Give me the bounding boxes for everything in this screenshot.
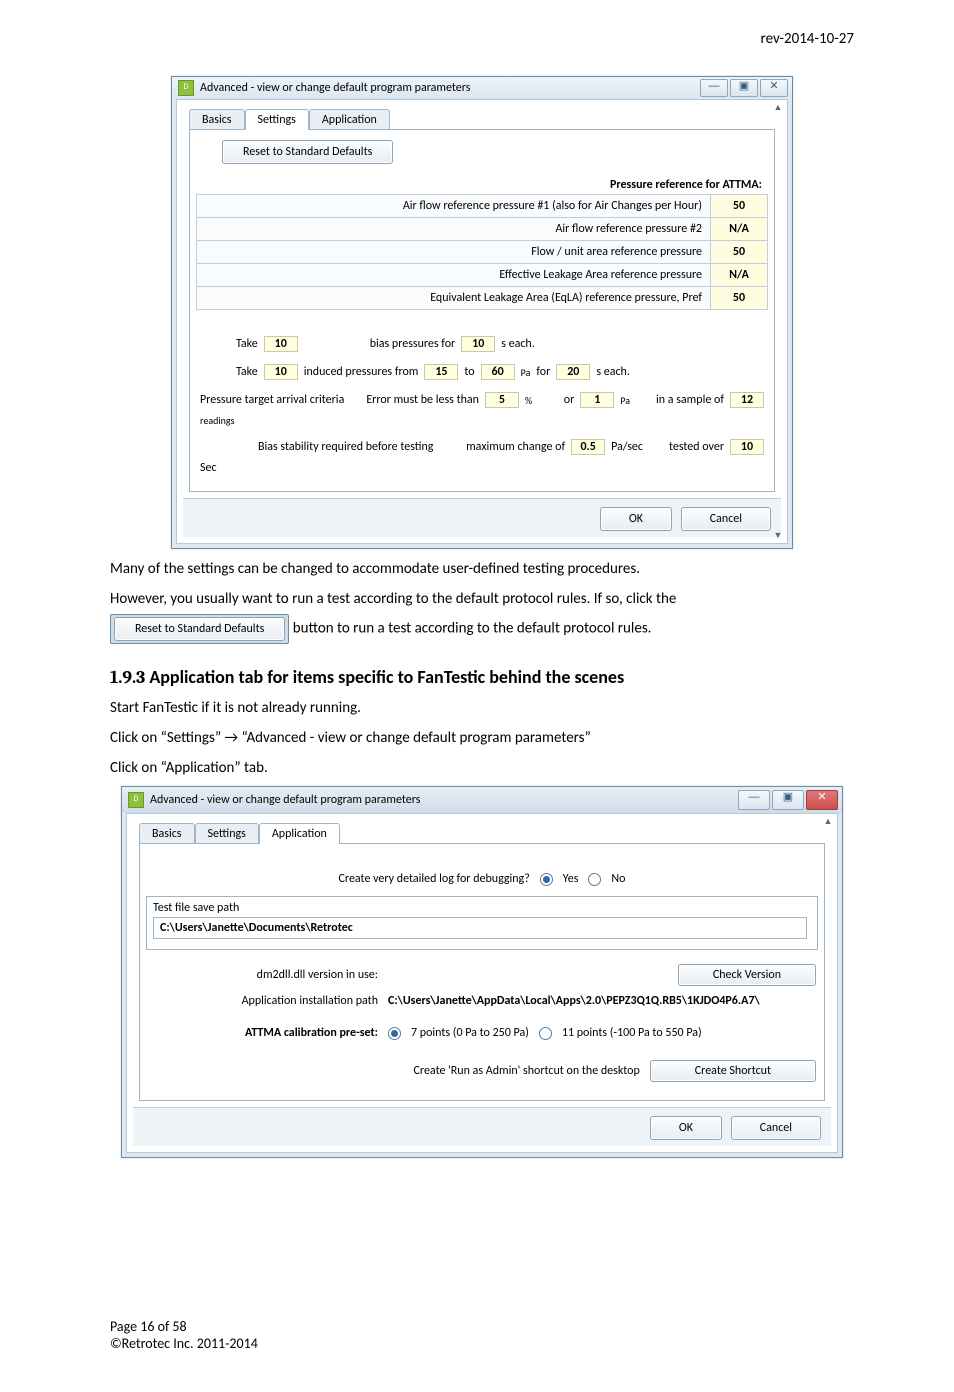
- scroll-down-icon[interactable]: ▼: [771, 530, 785, 541]
- install-path-value: C:\Users\Janette\AppData\Local\Apps\2.0\…: [388, 994, 760, 1008]
- preset-11pts-radio[interactable]: [539, 1027, 552, 1040]
- reset-defaults-button[interactable]: Reset to Standard Defaults: [222, 140, 393, 164]
- scroll-up-icon[interactable]: ▲: [771, 102, 785, 113]
- tab-settings[interactable]: Settings: [195, 823, 259, 844]
- debug-yes-radio[interactable]: [540, 873, 553, 886]
- induced-to-field[interactable]: 60: [481, 364, 515, 380]
- window-title: Advanced - view or change default progra…: [200, 81, 694, 95]
- table-row: Effective Leakage Area reference pressur…: [197, 264, 767, 287]
- max-change-field[interactable]: 0.5: [571, 439, 605, 455]
- body-text: Click on “Settings” → “Advanced - view o…: [110, 728, 854, 748]
- advanced-settings-window-1: D Advanced - view or change default prog…: [171, 76, 793, 549]
- page-footer: Page 16 of 58 ©Retrotec Inc. 2011-2014: [110, 1318, 854, 1352]
- close-icon[interactable]: ✕: [806, 790, 838, 810]
- body-text: However, you usually want to run a test …: [110, 589, 854, 609]
- debug-no-radio[interactable]: [588, 873, 601, 886]
- app-icon: D: [128, 792, 144, 808]
- create-shortcut-button[interactable]: Create Shortcut: [650, 1060, 816, 1082]
- induced-from-field[interactable]: 15: [424, 364, 458, 380]
- tab-basics[interactable]: Basics: [139, 823, 195, 844]
- debug-log-label: Create very detailed log for debugging?: [339, 872, 530, 886]
- ok-button[interactable]: OK: [600, 507, 672, 531]
- induced-count-field[interactable]: 10: [264, 364, 298, 380]
- tab-settings[interactable]: Settings: [245, 109, 309, 130]
- maximize-icon[interactable]: ▣: [772, 790, 804, 810]
- table-row: Air flow reference pressure #1 (also for…: [197, 195, 767, 218]
- ok-button[interactable]: OK: [650, 1116, 722, 1140]
- error-pct-field[interactable]: 5: [485, 392, 519, 408]
- shortcut-label: Create 'Run as Admin' shortcut on the de…: [148, 1064, 640, 1078]
- pressure-reference-list: Air flow reference pressure #1 (also for…: [196, 194, 768, 310]
- section-heading: 1.9.3 Application tab for items specific…: [110, 666, 854, 688]
- save-path-label: Test file save path: [153, 901, 811, 915]
- body-text: Start FanTestic if it is not already run…: [110, 698, 854, 718]
- body-text: Click on “Application” tab.: [110, 758, 854, 778]
- attma-preset-label: ATTMA calibration pre-set:: [148, 1026, 378, 1040]
- reset-defaults-button[interactable]: Reset to Standard Defaults: [114, 617, 285, 641]
- minimize-icon[interactable]: —: [700, 79, 728, 97]
- window-title: Advanced - view or change default progra…: [150, 793, 732, 807]
- body-text: Many of the settings can be changed to a…: [110, 559, 854, 579]
- dll-version-label: dm2dll.dll version in use:: [148, 968, 378, 982]
- minimize-icon[interactable]: —: [738, 790, 770, 810]
- cancel-button[interactable]: Cancel: [731, 1116, 821, 1140]
- tab-basics[interactable]: Basics: [189, 109, 245, 130]
- table-row: Equivalent Leakage Area (EqLA) reference…: [197, 287, 767, 309]
- bias-seconds-field[interactable]: 10: [461, 336, 495, 352]
- tab-application[interactable]: Application: [309, 109, 390, 130]
- tested-over-field[interactable]: 10: [730, 439, 764, 455]
- app-icon: D: [178, 80, 194, 96]
- error-pa-field[interactable]: 1: [580, 392, 614, 408]
- table-row: Flow / unit area reference pressure50: [197, 241, 767, 264]
- close-icon[interactable]: ✕: [760, 79, 788, 97]
- install-path-label: Application installation path: [148, 994, 378, 1008]
- maximize-icon[interactable]: ▣: [730, 79, 758, 97]
- cancel-button[interactable]: Cancel: [681, 507, 771, 531]
- bias-count-field[interactable]: 10: [264, 336, 298, 352]
- advanced-settings-window-2: D Advanced - view or change default prog…: [121, 786, 843, 1158]
- inline-reset-button-image: Reset to Standard Defaults: [110, 614, 289, 644]
- pressure-reference-heading: Pressure reference for ATTMA:: [196, 178, 762, 192]
- induced-seconds-field[interactable]: 20: [556, 364, 590, 380]
- tab-application[interactable]: Application: [259, 823, 340, 844]
- sample-size-field[interactable]: 12: [730, 392, 764, 408]
- table-row: Air flow reference pressure #2N/A: [197, 218, 767, 241]
- revision-label: rev-2014-10-27: [110, 30, 854, 48]
- scroll-up-icon[interactable]: ▲: [821, 816, 835, 827]
- check-version-button[interactable]: Check Version: [678, 964, 816, 986]
- preset-7pts-radio[interactable]: [388, 1027, 401, 1040]
- save-path-field[interactable]: C:\Users\Janette\Documents\Retrotec: [153, 917, 807, 939]
